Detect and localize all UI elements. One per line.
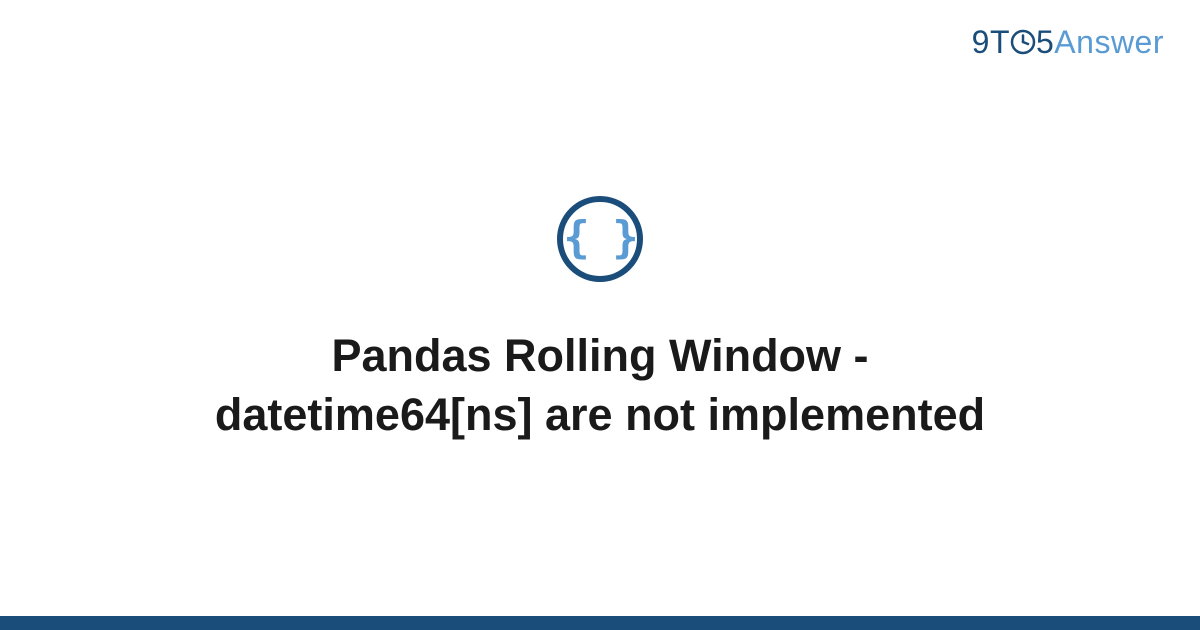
category-icon-circle: { } [557,196,643,282]
main-content: { } Pandas Rolling Window - datetime64[n… [0,0,1200,630]
page-title: Pandas Rolling Window - datetime64[ns] a… [150,326,1050,445]
code-braces-icon: { } [563,216,636,260]
footer-accent-bar [0,616,1200,630]
